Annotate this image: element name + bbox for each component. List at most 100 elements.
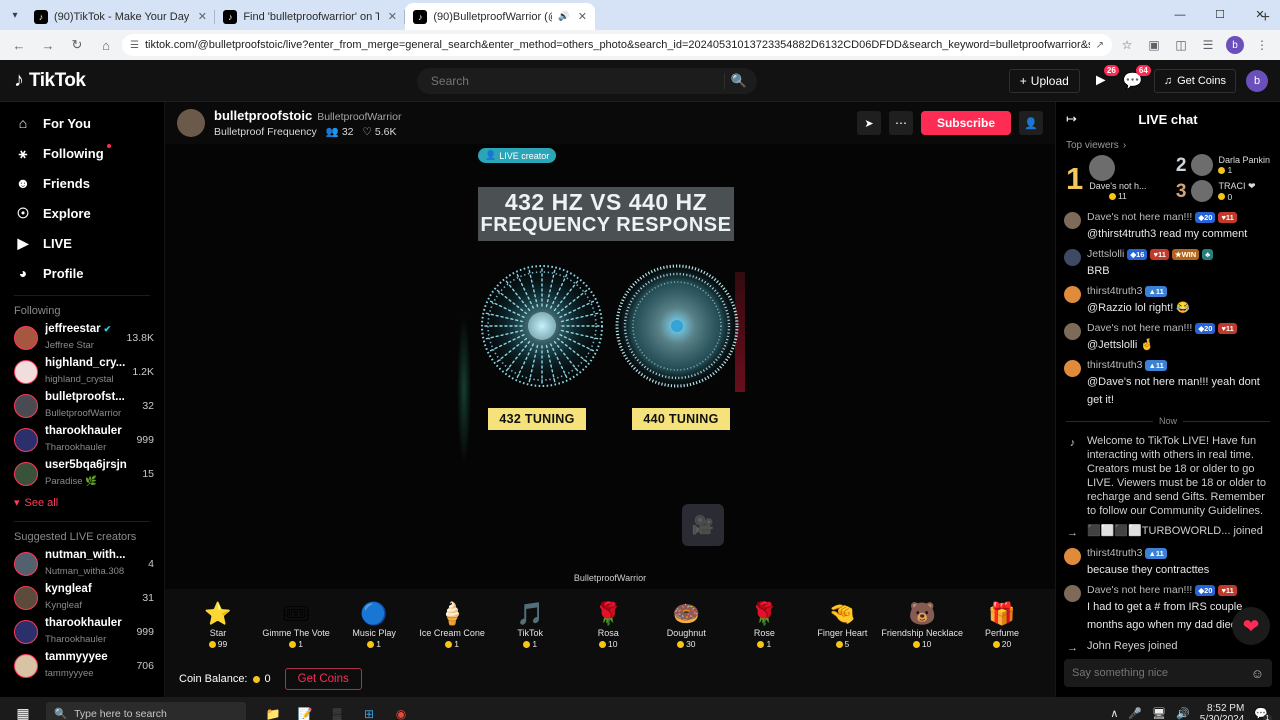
gift-item[interactable]: 🤏 Finger Heart 5: [803, 601, 881, 650]
search-box[interactable]: 🔍: [416, 67, 757, 94]
tray-chevron-icon[interactable]: ∧: [1110, 707, 1118, 720]
tab-search-chevron-icon[interactable]: ▾: [4, 0, 26, 30]
chat-message[interactable]: Dave's not here man!!! ◆20 ♥11 @Jettslolli …: [1064, 319, 1272, 356]
inbox-button[interactable]: ► 26: [1090, 64, 1119, 92]
picture-in-picture-thumbnail[interactable]: 🎥: [682, 504, 724, 546]
browser-tab-1[interactable]: ♪ Find 'bulletproofwarrior' on Tik ✕: [215, 3, 406, 30]
site-info-icon[interactable]: ☰: [130, 40, 139, 51]
sidebar-item-friends[interactable]: ☻ Friends: [0, 168, 164, 198]
subscribe-button[interactable]: Subscribe: [920, 111, 1011, 135]
avatar[interactable]: [1191, 154, 1214, 176]
chat-message[interactable]: Dave's not here man!!! ◆20 ♥11 @thirst4trut…: [1064, 208, 1272, 245]
sidebar-item-for-you[interactable]: ⌂ For You: [0, 108, 164, 138]
suggested-creator-item[interactable]: tharookhauler Tharookhauler 999: [0, 615, 164, 649]
share-icon[interactable]: ➤: [856, 111, 881, 135]
top-viewers-section[interactable]: Top viewers › 1 Dave's not h... 11 2 Dar…: [1056, 136, 1280, 204]
reload-icon[interactable]: ↻: [64, 32, 90, 58]
add-user-icon[interactable]: 👤: [1019, 111, 1043, 135]
creator-avatar[interactable]: [177, 109, 205, 137]
see-all-button[interactable]: ▾ See all: [0, 491, 164, 514]
top-viewer-3[interactable]: 3 TRACI ❤ 0: [1176, 180, 1270, 202]
avatar[interactable]: [1064, 249, 1081, 266]
gift-item[interactable]: 🍩 Doughnut 30: [647, 601, 725, 650]
gift-item[interactable]: 🌹 Rose 1: [725, 601, 803, 650]
profile-avatar-button[interactable]: b: [1223, 33, 1247, 57]
chat-message[interactable]: thirst4truth3 ▲11 @Razzio lol right! 😂: [1064, 282, 1272, 319]
notes-icon[interactable]: 📝: [294, 703, 316, 720]
collections-icon[interactable]: ☰: [1196, 33, 1220, 57]
chat-message[interactable]: thirst4truth3 ▲11 @Dave's not here man!!! …: [1064, 356, 1272, 411]
split-screen-icon[interactable]: ◫: [1169, 33, 1193, 57]
chrome-icon[interactable]: ◉: [390, 703, 412, 720]
avatar[interactable]: [1064, 212, 1081, 229]
sidebar-item-profile[interactable]: ◕ Profile: [0, 258, 164, 288]
following-item[interactable]: highland_cry... highland_crystal 1.2K: [0, 355, 164, 389]
browser-menu-icon[interactable]: ⋮: [1250, 33, 1274, 57]
microphone-icon[interactable]: 🎤: [1128, 707, 1142, 720]
taskbar-search[interactable]: 🔍 Type here to search: [46, 701, 246, 720]
search-input[interactable]: [430, 73, 724, 88]
top-viewers-label[interactable]: Top viewers ›: [1066, 140, 1270, 151]
file-explorer-icon[interactable]: 📁: [262, 703, 284, 720]
maximize-button[interactable]: ☐: [1200, 0, 1240, 30]
gift-item[interactable]: 🐻 Friendship Necklace 10: [881, 601, 963, 650]
chat-message[interactable]: thirst4truth3 ▲11 because they contracttes: [1064, 544, 1272, 581]
browser-tab-2[interactable]: ♪ (90)BulletproofWarrior (@b 🔊 ✕: [405, 3, 596, 30]
chat-input-box[interactable]: ☺: [1064, 659, 1272, 687]
volume-icon[interactable]: 🔊: [1176, 707, 1190, 720]
forward-icon[interactable]: →: [35, 32, 61, 58]
store-icon[interactable]: ⊞: [358, 703, 380, 720]
emoji-picker-icon[interactable]: ☺: [1251, 666, 1264, 681]
gift-item[interactable]: 🔵 Music Play 1: [335, 601, 413, 650]
suggested-creator-item[interactable]: tammyyyee tammyyyee 706: [0, 649, 164, 683]
chat-message[interactable]: Jettslolli ◆16 ♥11 ★WIN ♣ BRB: [1064, 245, 1272, 282]
bookmark-star-icon[interactable]: ☆: [1115, 33, 1139, 57]
avatar[interactable]: [1064, 548, 1081, 565]
avatar[interactable]: [1064, 286, 1081, 303]
following-item[interactable]: bulletproofst... BulletproofWarrior 32: [0, 389, 164, 423]
gift-item[interactable]: 🎵 TikTok 1: [491, 601, 569, 650]
open-in-app-icon[interactable]: ↗: [1096, 40, 1104, 51]
gift-item[interactable]: 🍦 Ice Cream Cone 1: [413, 601, 491, 650]
more-options-icon[interactable]: ⋯: [888, 111, 913, 135]
search-icon[interactable]: 🔍: [731, 73, 753, 89]
suggested-creator-item[interactable]: nutman_with... Nutman_witha.308 4: [0, 547, 164, 581]
avatar[interactable]: [1064, 585, 1081, 602]
chat-message-list[interactable]: Dave's not here man!!! ◆20 ♥11 @thirst4trut…: [1056, 204, 1280, 653]
home-icon[interactable]: ⌂: [93, 32, 119, 58]
video-player[interactable]: 👤 LIVE creator 432 HZ VS 440 HZ FREQUENC…: [165, 144, 1055, 589]
network-icon[interactable]: 🖥: [1152, 707, 1166, 720]
browser-tab-0[interactable]: ♪ (90)TikTok - Make Your Day ✕: [26, 3, 216, 30]
following-item[interactable]: user5bqa6jrsjn Paradise 🌿 15: [0, 457, 164, 491]
tiktok-logo[interactable]: ♪ TikTok: [0, 69, 165, 92]
close-window-button[interactable]: ✕: [1240, 0, 1280, 30]
tab-close-icon[interactable]: ✕: [195, 10, 209, 23]
avatar[interactable]: [1064, 323, 1081, 340]
messages-button[interactable]: 💬 64: [1122, 64, 1151, 92]
tab-close-icon[interactable]: ✕: [385, 10, 399, 23]
header-get-coins-button[interactable]: ♫ Get Coins: [1153, 68, 1236, 93]
get-coins-button[interactable]: Get Coins: [284, 668, 362, 690]
sidebar-item-live[interactable]: ▶ LIVE: [0, 228, 164, 258]
gift-item[interactable]: 🎟 Gimme The Vote 1: [257, 601, 335, 650]
editor-icon[interactable]: ▒: [326, 703, 348, 720]
avatar[interactable]: [1191, 180, 1214, 202]
gift-item[interactable]: 🎁 Perfume 20: [963, 601, 1041, 650]
top-viewer-2[interactable]: 2 Darla Pankin 1: [1176, 154, 1270, 176]
following-item[interactable]: jeffreestar ✔ Jeffree Star 13.8K: [0, 321, 164, 355]
avatar[interactable]: b: [1246, 69, 1268, 92]
notification-center-icon[interactable]: 💬 1: [1254, 707, 1272, 720]
avatar[interactable]: [1089, 155, 1116, 181]
windows-start-icon[interactable]: ▦: [6, 705, 40, 720]
upload-button[interactable]: + Upload: [1008, 68, 1080, 93]
gift-item[interactable]: ⭐ Star 99: [179, 601, 257, 650]
extension-puzzle-icon[interactable]: ▣: [1142, 33, 1166, 57]
minimize-button[interactable]: —: [1160, 0, 1200, 30]
tab-close-icon[interactable]: ✕: [575, 10, 589, 23]
following-item[interactable]: tharookhauler Tharookhauler 999: [0, 423, 164, 457]
heart-button[interactable]: ❤: [1232, 607, 1270, 645]
address-bar[interactable]: ☰ tiktok.com/@bulletproofstoic/live?ente…: [122, 34, 1112, 56]
back-icon[interactable]: ←: [6, 32, 32, 58]
creator-username[interactable]: bulletproofstoic: [214, 108, 312, 123]
gift-item[interactable]: 🌹 Rosa 10: [569, 601, 647, 650]
